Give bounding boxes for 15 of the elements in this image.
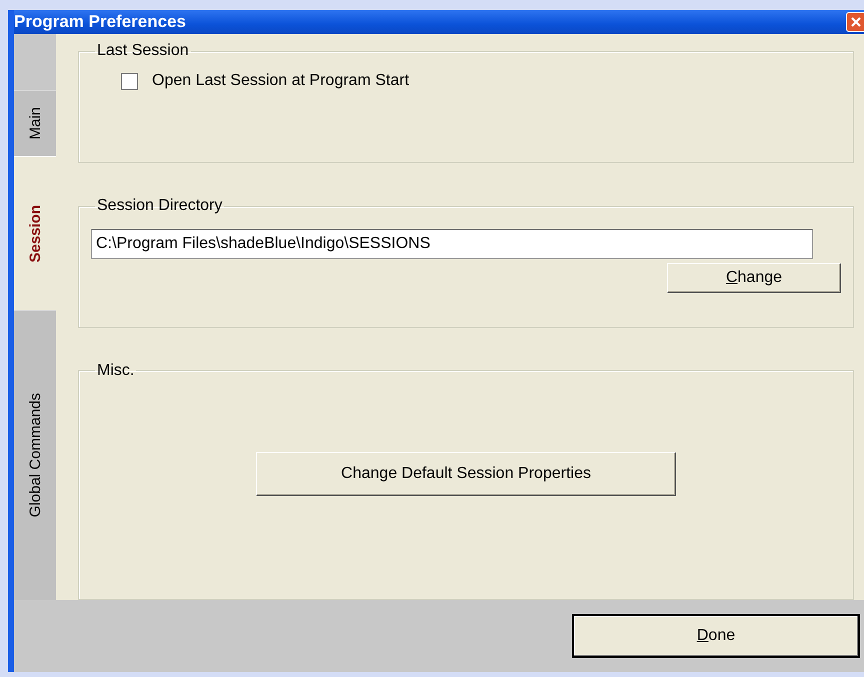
checkbox-label: Open Last Session at Program Start [152,72,410,90]
change-button[interactable]: Change [667,263,841,294]
checkbox[interactable] [121,72,138,90]
close-icon [850,16,862,28]
group-label: Misc. [96,362,136,380]
tab[interactable]: Global Commands [14,310,56,600]
path-field[interactable]: C:\Program Files\shadeBlue\Indigo\SESSIONS [91,229,813,260]
window-title: Program Preferences [14,12,186,32]
group-label: Session Directory [96,197,224,216]
group-label: Last Session [96,42,190,60]
close-button[interactable] [846,12,864,32]
tab[interactable]: Main [14,90,56,156]
done-button[interactable]: Done [572,614,860,658]
default-properties-button[interactable]: Change Default Session Properties [256,452,676,496]
tab[interactable]: Session [14,156,56,310]
